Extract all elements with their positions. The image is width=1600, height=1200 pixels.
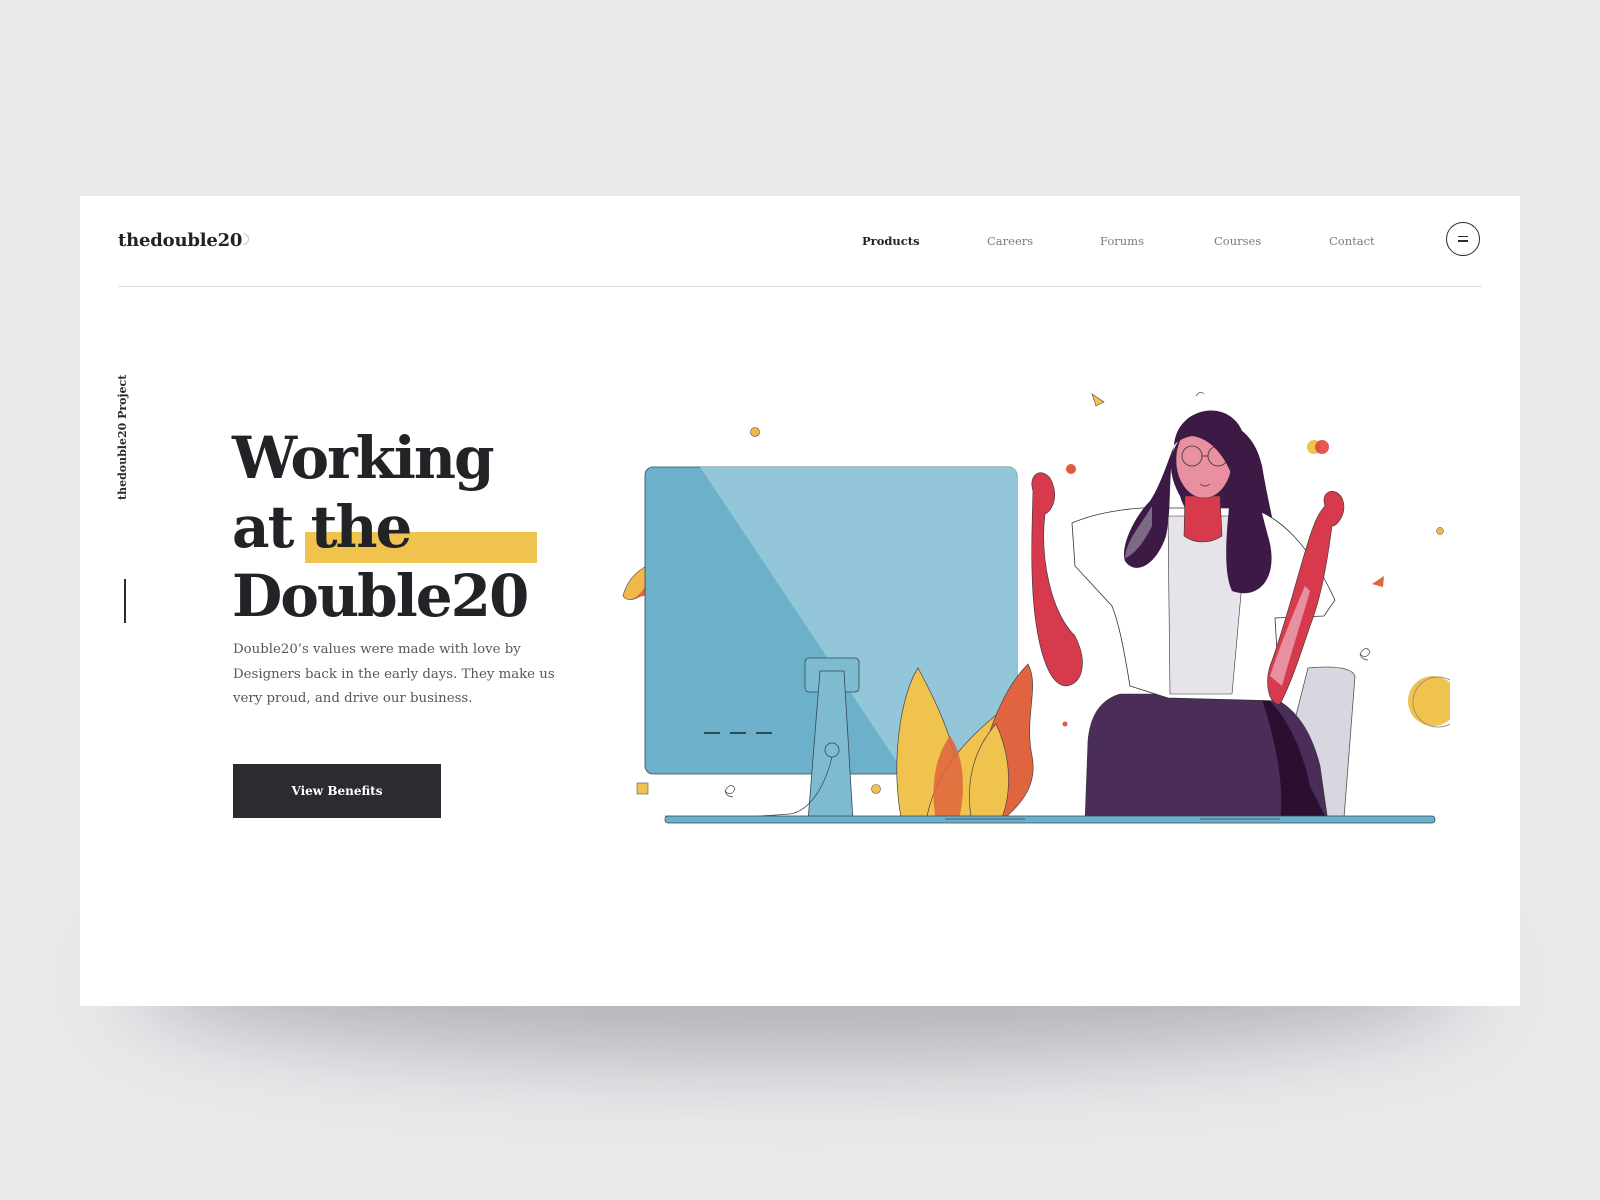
confetti-dot-icon (1315, 440, 1329, 454)
headline-line-1: Working (232, 424, 495, 492)
hair-strand (1195, 392, 1205, 397)
confetti-dot-icon (1436, 527, 1444, 535)
confetti-dot-icon (1066, 464, 1076, 474)
sun-icon (1408, 676, 1450, 726)
menu-button[interactable] (1446, 222, 1480, 256)
confetti-dot-icon (750, 427, 760, 437)
nav-courses[interactable]: Courses (1214, 234, 1261, 248)
left-arm (1031, 472, 1083, 687)
landing-card: thedouble20 Products Careers Forums Cour… (80, 196, 1520, 1006)
hamburger-menu-icon-bar (1458, 240, 1468, 242)
squiggle-icon (1359, 648, 1371, 661)
confetti-triangle-icon (1372, 576, 1384, 587)
header-divider (118, 286, 1482, 287)
hero-headline: Working at the Double20 (232, 424, 529, 631)
hero-description: Double20’s values were made with love by… (233, 642, 555, 706)
squiggle-icon (724, 785, 736, 798)
view-benefits-button[interactable]: View Benefits (233, 764, 441, 818)
confetti-square-icon (636, 782, 649, 795)
nav-products[interactable]: Products (862, 234, 920, 248)
confetti-triangle-icon (1091, 393, 1105, 407)
headline-line-3: Double20 (232, 562, 529, 630)
logo[interactable]: thedouble20 (118, 230, 250, 251)
hero-illustration (622, 392, 1450, 824)
logo-mark-icon (243, 233, 250, 245)
nav-forums[interactable]: Forums (1100, 234, 1144, 248)
neck (1183, 495, 1223, 543)
side-label-line (124, 579, 126, 623)
hamburger-menu-icon (1458, 235, 1468, 237)
nav-careers[interactable]: Careers (987, 234, 1033, 248)
headline-line-2: at the (232, 493, 412, 561)
nav-contact[interactable]: Contact (1329, 234, 1375, 248)
desk (664, 815, 1436, 824)
confetti-dot-icon (1062, 721, 1068, 727)
side-label: thedouble20 Project (116, 374, 129, 500)
confetti-dot-icon (871, 784, 881, 794)
